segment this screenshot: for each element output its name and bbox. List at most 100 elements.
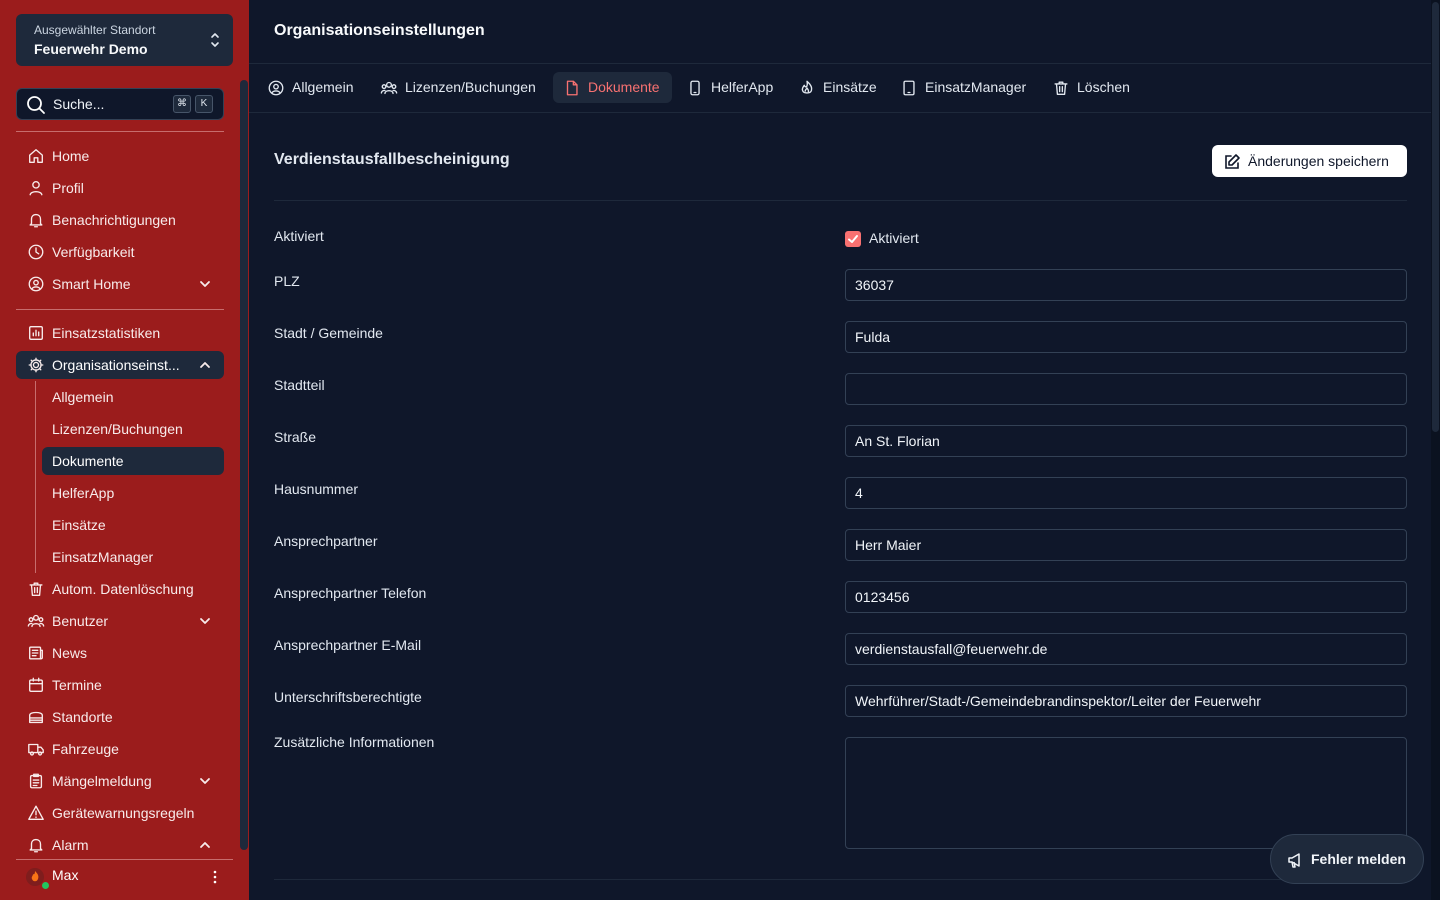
sidebar-scrollbar[interactable]: [240, 80, 248, 850]
sidebar-item-news[interactable]: News: [16, 639, 224, 667]
subnav-item-dokumente[interactable]: Dokumente: [42, 447, 224, 475]
location-switcher-label: Ausgewählter Standort: [34, 23, 156, 37]
report-bug-label: Fehler melden: [1311, 851, 1406, 867]
subnav-item-label: Lizenzen/Buchungen: [52, 421, 183, 437]
search-input[interactable]: Suche... ⌘ K: [16, 88, 224, 120]
chevron-down-icon[interactable]: [198, 614, 212, 628]
subnav-item-label: Einsätze: [52, 517, 106, 533]
warning-icon: [27, 804, 45, 822]
edit-icon: [1223, 153, 1241, 171]
user-icon: [27, 179, 45, 197]
field-label-stadtteil: Stadtteil: [274, 377, 325, 393]
tab-label: Allgemein: [292, 79, 354, 95]
clock-icon: [27, 243, 45, 261]
plz-input[interactable]: [845, 269, 1407, 301]
save-changes-label: Änderungen speichern: [1248, 153, 1389, 169]
subnav-item-einsatze[interactable]: Einsätze: [42, 511, 224, 539]
chevron-down-icon[interactable]: [198, 774, 212, 788]
sidebar-item-label: Mängelmeldung: [52, 773, 152, 789]
section-divider: [274, 879, 1407, 880]
newspaper-icon: [27, 644, 45, 662]
tab-einsatze[interactable]: Einsätze: [788, 72, 882, 103]
subnav-item-lizenzen-buchungen[interactable]: Lizenzen/Buchungen: [42, 415, 224, 443]
main-scrollbar[interactable]: [1431, 0, 1440, 900]
sidebar-item-label: Standorte: [52, 709, 113, 725]
field-label-plz: PLZ: [274, 273, 300, 289]
sidebar-item-alarm[interactable]: Alarm: [16, 831, 224, 859]
subnav-item-allgemein[interactable]: Allgemein: [42, 383, 224, 411]
main-scrollbar-thumb[interactable]: [1432, 2, 1439, 432]
search-icon: [26, 95, 46, 115]
sidebar-item-benutzer[interactable]: Benutzer: [16, 607, 224, 635]
ansprechpartner-e-mail-input[interactable]: [845, 633, 1407, 665]
extra-info-textarea[interactable]: [845, 737, 1407, 849]
activated-checkbox[interactable]: [845, 231, 861, 247]
section-title: Verdienstausfallbescheinigung: [274, 151, 510, 168]
tab-label: Einsätze: [823, 79, 877, 95]
activated-checkbox-label[interactable]: Aktiviert: [869, 230, 919, 246]
location-switcher-value: Feuerwehr Demo: [34, 41, 148, 57]
stadtteil-input[interactable]: [845, 373, 1407, 405]
sidebar-item-home[interactable]: Home: [16, 142, 224, 170]
subnav-guide-line: [35, 381, 36, 573]
more-vertical-icon[interactable]: [213, 870, 217, 884]
field-label-stadt-gemeinde: Stadt / Gemeinde: [274, 325, 383, 341]
sidebar-item-label: Home: [52, 148, 90, 164]
tab-label: Lizenzen/Buchungen: [405, 79, 536, 95]
tab-label: Löschen: [1077, 79, 1130, 95]
sidebar-item-label: News: [52, 645, 88, 661]
sidebar-divider: [16, 309, 224, 310]
sidebar-item-profil[interactable]: Profil: [16, 174, 224, 202]
tab-helferapp[interactable]: HelferApp: [676, 72, 780, 103]
save-changes-button[interactable]: Änderungen speichern: [1212, 145, 1407, 177]
unterschriftsberechtigte-input[interactable]: [845, 685, 1407, 717]
subnav-item-helferapp[interactable]: HelferApp: [42, 479, 224, 507]
sidebar-item-termine[interactable]: Termine: [16, 671, 224, 699]
chart-icon: [27, 324, 45, 342]
user-menu[interactable]: Max: [16, 862, 233, 892]
tab-label: Dokumente: [588, 79, 660, 95]
field-label-ansprechpartner-telefon: Ansprechpartner Telefon: [274, 585, 427, 601]
sidebar-item-autom-datenloschung[interactable]: Autom. Datenlöschung: [16, 575, 224, 603]
chevron-up-icon[interactable]: [198, 358, 212, 372]
ansprechpartner-telefon-input[interactable]: [845, 581, 1407, 613]
sidebar-item-label: Alarm: [52, 837, 89, 853]
sidebar-item-geratewarnungsregeln[interactable]: Gerätewarnungsregeln: [16, 799, 224, 827]
sidebar-item-label: Organisationseinst...: [52, 357, 180, 373]
sidebar-item-verfugbarkeit[interactable]: Verfügbarkeit: [16, 238, 224, 266]
tab-loschen[interactable]: Löschen: [1042, 72, 1133, 103]
trash-icon: [1052, 79, 1070, 97]
sidebar-item-fahrzeuge[interactable]: Fahrzeuge: [16, 735, 224, 763]
sidebar-item-smart-home[interactable]: Smart Home: [16, 270, 224, 298]
building-icon: [27, 708, 45, 726]
sidebar-item-label: Autom. Datenlöschung: [52, 581, 194, 597]
tab-dokumente[interactable]: Dokumente: [553, 72, 672, 103]
sidebar-item-standorte[interactable]: Standorte: [16, 703, 224, 731]
field-label-hausnummer: Hausnummer: [274, 481, 359, 497]
hausnummer-input[interactable]: [845, 477, 1407, 509]
ansprechpartner-input[interactable]: [845, 529, 1407, 561]
search-placeholder: Suche...: [53, 96, 105, 112]
sidebar-item-label: Termine: [52, 677, 102, 693]
user-circle-icon: [267, 79, 285, 97]
stadt-gemeinde-input[interactable]: [845, 321, 1407, 353]
field-label-ansprechpartner-e-mail: Ansprechpartner E-Mail: [274, 637, 422, 653]
subnav-item-einsatzmanager[interactable]: EinsatzManager: [42, 543, 224, 571]
bell-icon: [27, 836, 45, 854]
tab-lizenzen-buchungen[interactable]: Lizenzen/Buchungen: [370, 72, 545, 103]
stra-e-input[interactable]: [845, 425, 1407, 457]
fire-icon: [798, 79, 816, 97]
sidebar-item-mangelmeldung[interactable]: Mängelmeldung: [16, 767, 224, 795]
tab-einsatzmanager[interactable]: EinsatzManager: [890, 72, 1034, 103]
chevron-up-icon[interactable]: [198, 838, 212, 852]
report-bug-button[interactable]: Fehler melden: [1270, 834, 1424, 884]
location-switcher[interactable]: Ausgewählter Standort Feuerwehr Demo: [16, 14, 233, 66]
chevron-down-icon[interactable]: [198, 277, 212, 291]
sidebar-item-benachrichtigungen[interactable]: Benachrichtigungen: [16, 206, 224, 234]
chevron-up-down-icon: [209, 31, 221, 49]
tabs-divider: [249, 112, 1431, 113]
sidebar-item-einsatzstatistiken[interactable]: Einsatzstatistiken: [16, 319, 224, 347]
sidebar-item-organisationseinst[interactable]: Organisationseinst...: [16, 351, 224, 379]
sidebar-item-label: Benachrichtigungen: [52, 212, 176, 228]
tab-allgemein[interactable]: Allgemein: [257, 72, 362, 103]
